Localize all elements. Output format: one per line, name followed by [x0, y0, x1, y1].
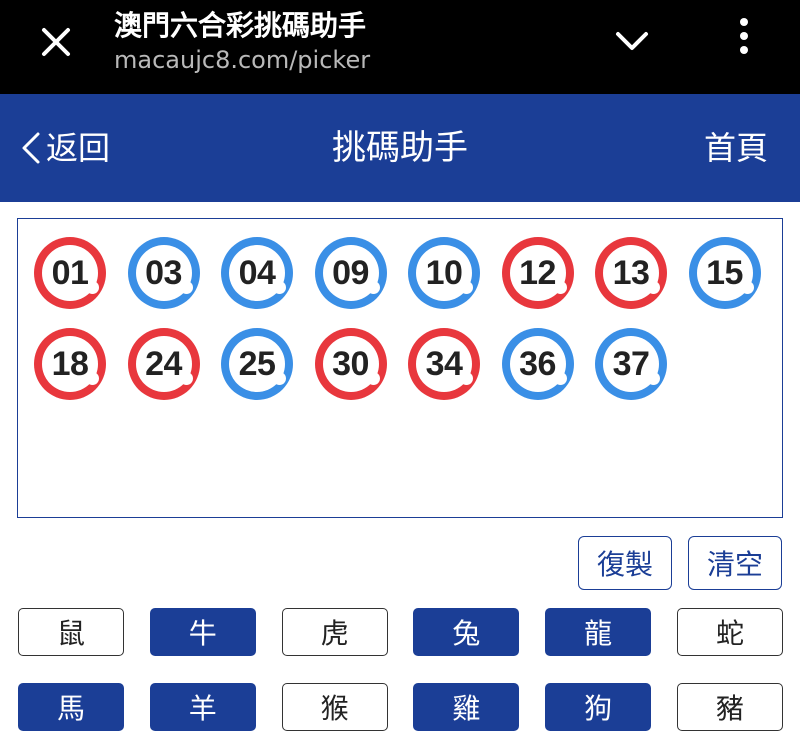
number-ball[interactable]: 15 — [688, 237, 761, 309]
zodiac-button[interactable]: 馬 — [18, 683, 124, 731]
zodiac-button[interactable]: 兔 — [413, 608, 520, 656]
ball-number: 13 — [612, 253, 650, 292]
more-menu-icon[interactable] — [730, 16, 758, 60]
number-ball[interactable]: 37 — [595, 328, 667, 400]
ball-number: 25 — [238, 344, 276, 383]
number-ball[interactable]: 12 — [501, 237, 574, 309]
app-header: 返回 挑碼助手 首頁 — [0, 94, 800, 202]
zodiac-button[interactable]: 狗 — [545, 683, 652, 731]
zodiac-button[interactable]: 龍 — [545, 608, 652, 656]
ball-number: 30 — [332, 344, 369, 383]
zodiac-button[interactable]: 豬 — [677, 683, 783, 731]
ball-number: 10 — [425, 253, 463, 292]
number-ball[interactable]: 36 — [501, 328, 574, 400]
number-ball[interactable]: 13 — [595, 237, 667, 309]
number-ball[interactable]: 24 — [127, 328, 200, 400]
number-ball[interactable]: 04 — [221, 237, 293, 309]
ball-number: 34 — [425, 344, 463, 383]
clear-button[interactable]: 清空 — [688, 536, 782, 590]
zodiac-button[interactable]: 鼠 — [18, 608, 124, 656]
ball-number: 04 — [238, 253, 276, 292]
ball-number: 03 — [145, 253, 182, 292]
number-ball[interactable]: 30 — [314, 328, 387, 400]
ball-number: 36 — [519, 344, 556, 383]
ball-number: 15 — [706, 253, 743, 292]
ball-number: 09 — [332, 253, 369, 292]
ball-number: 37 — [612, 344, 650, 383]
zodiac-button[interactable]: 蛇 — [677, 608, 783, 656]
zodiac-button[interactable]: 猴 — [281, 683, 388, 731]
page-title: 澳門六合彩挑碼助手 — [114, 9, 367, 42]
number-ball[interactable]: 18 — [34, 328, 106, 400]
number-ball[interactable]: 34 — [408, 328, 480, 400]
browser-toolbar: 澳門六合彩挑碼助手 macaujc8.com/picker — [0, 0, 800, 94]
number-ball[interactable]: 10 — [408, 237, 480, 309]
page-url[interactable]: macaujc8.com/picker — [114, 46, 370, 74]
picked-numbers-panel: 01 03 04 09 10 12 13 15 18 24 25 30 34 36 37 — [17, 218, 783, 518]
zodiac-button[interactable]: 羊 — [149, 683, 256, 731]
home-button[interactable]: 首頁 — [704, 130, 768, 166]
zodiac-button[interactable]: 雞 — [413, 683, 520, 731]
zodiac-button[interactable]: 虎 — [281, 608, 388, 656]
copy-button[interactable]: 復製 — [578, 536, 672, 590]
ball-number: 01 — [51, 253, 89, 292]
chevron-down-icon[interactable] — [612, 22, 652, 62]
close-icon[interactable] — [36, 22, 76, 62]
number-ball[interactable]: 09 — [314, 237, 387, 309]
header-title: 挑碼助手 — [332, 128, 468, 168]
number-ball[interactable]: 03 — [127, 237, 200, 309]
ball-number: 12 — [519, 253, 556, 292]
number-ball[interactable]: 01 — [34, 237, 106, 309]
ball-number: 18 — [51, 344, 89, 383]
zodiac-button[interactable]: 牛 — [149, 608, 256, 656]
number-ball[interactable]: 25 — [221, 328, 293, 400]
ball-number: 24 — [145, 344, 182, 383]
